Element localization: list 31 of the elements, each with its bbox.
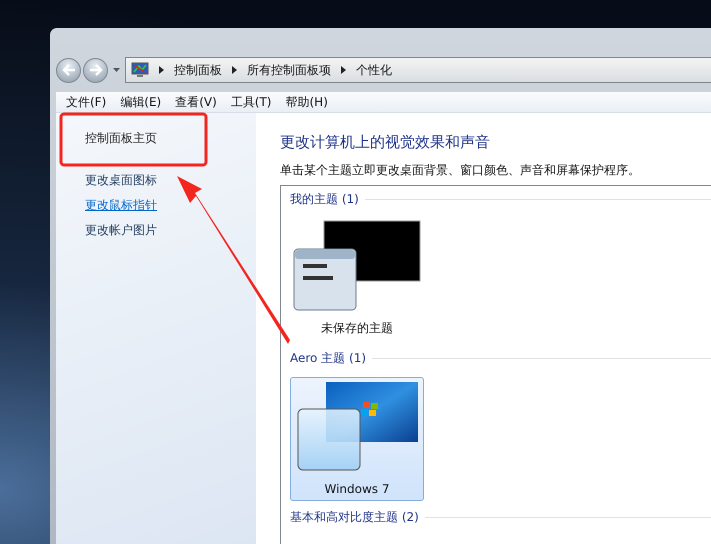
group-title: 基本和高对比度主题 (2) [290, 509, 419, 526]
group-title: 我的主题 (1) [290, 191, 359, 208]
breadcrumb[interactable]: 控制面板 [174, 62, 222, 78]
control-panel-icon [131, 62, 149, 78]
forward-arrow-icon [88, 64, 102, 76]
group-title: Aero 主题 (1) [290, 350, 366, 367]
sidebar-link[interactable]: 更改桌面图标 [85, 172, 256, 189]
breadcrumb-arrow-icon[interactable] [232, 66, 237, 74]
menu-item[interactable]: 查看(V) [175, 94, 217, 110]
theme-tile[interactable]: 未保存的主题 [290, 218, 424, 342]
recent-pages-caret-icon[interactable] [113, 68, 120, 72]
breadcrumb[interactable]: 所有控制面板项 [247, 62, 331, 78]
menu-item[interactable]: 编辑(E) [120, 94, 162, 110]
theme-tile[interactable]: Windows 7 [290, 377, 424, 501]
page-heading: 更改计算机上的视觉效果和声音 [280, 133, 491, 152]
sidebar-link[interactable]: 更改鼠标指针 [85, 197, 256, 214]
breadcrumb[interactable]: 个性化 [356, 62, 392, 78]
menu-item[interactable]: 文件(F) [66, 94, 106, 110]
menu-item[interactable]: 帮助(H) [286, 94, 328, 110]
back-button[interactable] [56, 58, 81, 82]
breadcrumb-arrow-icon[interactable] [159, 66, 164, 74]
breadcrumb-arrow-icon[interactable] [341, 66, 346, 74]
sidebar-link[interactable]: 更改帐户图片 [85, 222, 256, 239]
back-arrow-icon [62, 64, 76, 76]
menu-item[interactable]: 工具(T) [230, 94, 272, 110]
theme-name: Windows 7 [324, 482, 390, 496]
forward-button[interactable] [83, 58, 108, 82]
sidebar-link[interactable]: 控制面板主页 [85, 130, 256, 147]
theme-name: 未保存的主题 [321, 320, 393, 337]
page-description: 单击某个主题立即更改桌面背景、窗口颜色、声音和屏幕保护程序。 [280, 162, 641, 179]
address-bar[interactable]: 控制面板 所有控制面板项 个性化 [125, 57, 711, 83]
